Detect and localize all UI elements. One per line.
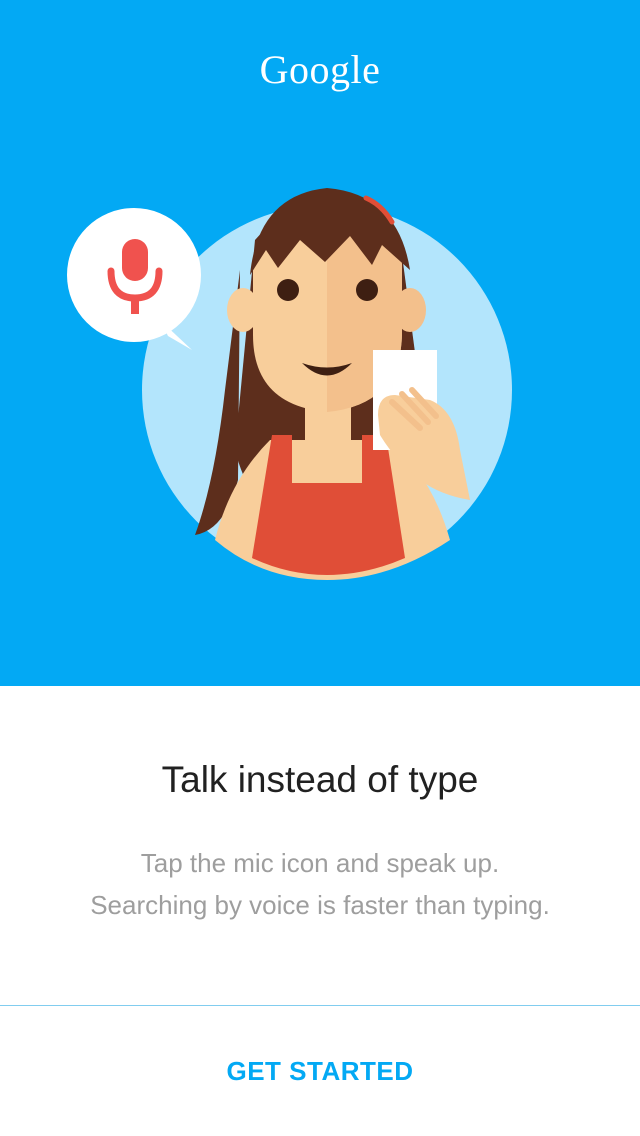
onboarding-screen: Google Talk instead of type Tap the mic … [0, 0, 640, 1136]
left-eye [277, 279, 299, 301]
right-eye [356, 279, 378, 301]
onboarding-title: Talk instead of type [161, 759, 479, 800]
onboarding-content: Talk instead of type Tap the mic icon an… [0, 686, 640, 1006]
description-line-2: Searching by voice is faster than typing… [90, 890, 550, 920]
voice-search-illustration [67, 188, 512, 580]
get-started-label: GET STARTED [226, 1055, 414, 1086]
onboarding-description: Tap the mic icon and speak up. Searching… [40, 842, 600, 926]
google-logo: Google [259, 47, 381, 92]
description-line-1: Tap the mic icon and speak up. [140, 848, 500, 878]
hero-banner: Google [0, 0, 640, 686]
get-started-button[interactable]: GET STARTED [0, 1006, 640, 1136]
